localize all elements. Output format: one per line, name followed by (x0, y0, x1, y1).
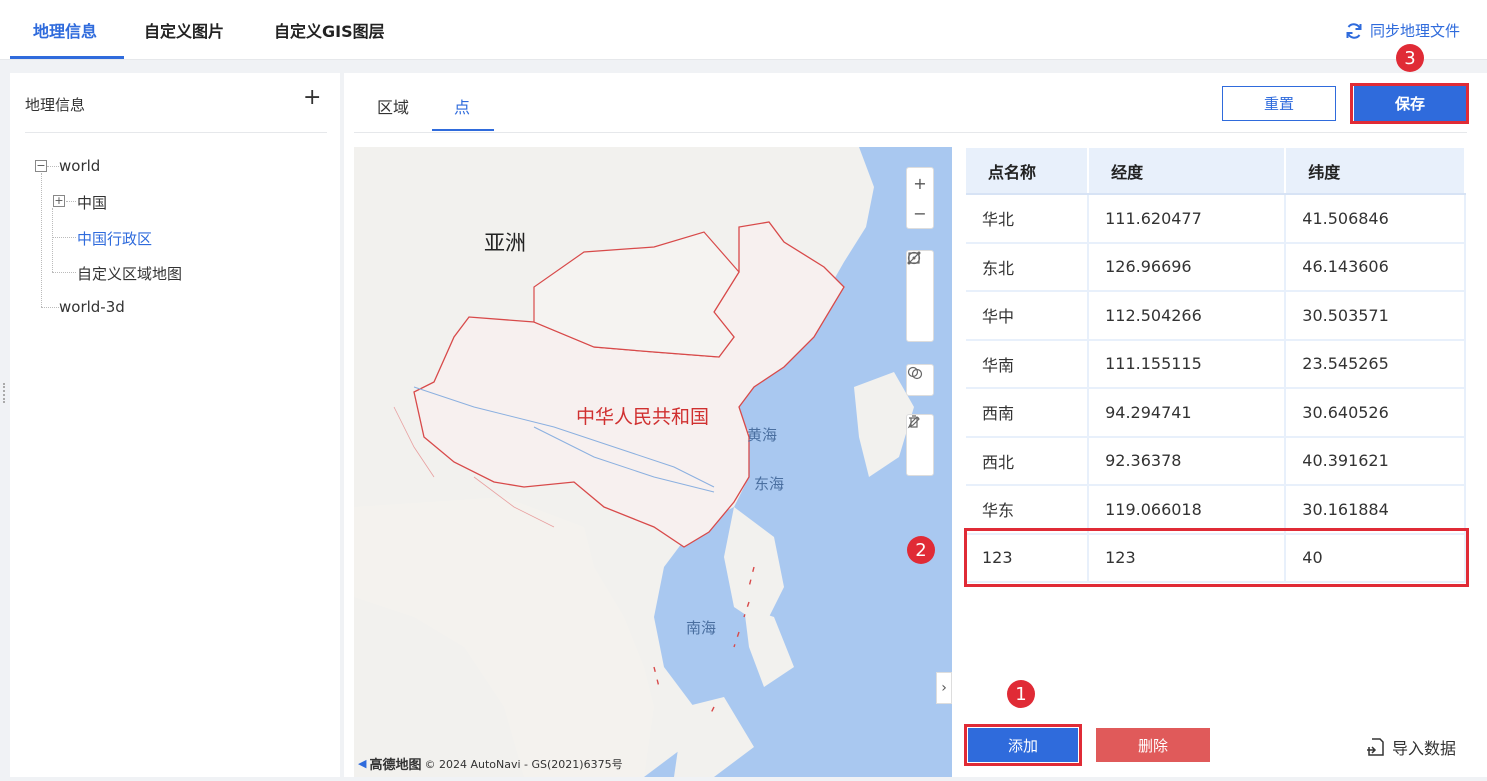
step-badge-2: 2 (907, 536, 935, 564)
divider (25, 132, 327, 133)
map-attribution: ◀ 高德地图 © 2024 AutoNavi - GS(2021)6375号 (358, 754, 623, 773)
points-table: 点名称 经度 纬度 华北 111.620477 41.506846 东北 126.96… (966, 148, 1466, 583)
tree-node-world[interactable]: world (59, 157, 100, 175)
tree-node-china-admin[interactable]: 中国行政区 (77, 228, 152, 249)
sync-geo-files-button[interactable]: 同步地理文件 (1344, 20, 1460, 41)
highlight-frame-new-row (964, 528, 1469, 587)
cell-name[interactable]: 西北 (966, 436, 1090, 486)
highlight-frame-add (964, 724, 1082, 766)
panel-title: 地理信息 (25, 96, 86, 114)
cell-lat[interactable]: 46.143606 (1285, 242, 1466, 292)
add-geo-button[interactable]: + (303, 87, 321, 109)
col-latitude: 纬度 (1285, 148, 1466, 195)
tree-node-custom-region[interactable]: 自定义区域地图 (77, 263, 182, 284)
expand-toggle-icon[interactable]: + (53, 195, 65, 207)
map-copyright: © 2024 AutoNavi - GS(2021)6375号 (424, 757, 623, 771)
cell-lng[interactable]: 111.620477 (1088, 194, 1287, 244)
cell-name[interactable]: 西南 (966, 388, 1090, 438)
active-tab-indicator (10, 56, 124, 59)
map-label-south-sea: 南海 (686, 619, 717, 637)
collapse-toggle-icon[interactable]: − (35, 160, 47, 172)
draw-point-icon[interactable] (907, 251, 933, 341)
tree-node-world-3d[interactable]: world-3d (59, 298, 125, 316)
cell-lng[interactable]: 111.155115 (1088, 339, 1287, 389)
delete-button[interactable]: 删除 (1096, 728, 1210, 762)
tab-point[interactable]: 点 (454, 94, 470, 118)
table-row[interactable]: 西北 92.36378 40.391621 (966, 436, 1466, 486)
table-row[interactable]: 东北 126.96696 46.143606 (966, 242, 1466, 292)
cell-lat[interactable]: 23.545265 (1285, 339, 1466, 389)
tree-guide (52, 237, 76, 238)
map-label-yellow-sea: 黄海 (747, 426, 778, 444)
zoom-controls: + − (906, 167, 934, 229)
zoom-out-icon[interactable]: − (907, 198, 933, 228)
chevron-right-icon[interactable]: › (936, 672, 952, 704)
cell-name[interactable]: 华南 (966, 339, 1090, 389)
edit-tools (906, 414, 934, 476)
cell-lng[interactable]: 94.294741 (1088, 388, 1287, 438)
cell-lng[interactable]: 119.066018 (1088, 485, 1287, 535)
highlight-frame-save (1350, 83, 1469, 124)
tree-guide (52, 208, 53, 272)
panel-resize-handle[interactable] (3, 383, 5, 403)
map-label-east-sea: 东海 (754, 475, 785, 493)
tree-guide (52, 272, 76, 273)
draw-tools (906, 250, 934, 342)
step-badge-1: 1 (1007, 680, 1035, 708)
tab-custom-gis-layer[interactable]: 自定义GIS图层 (274, 18, 385, 42)
tab-geo-info[interactable]: 地理信息 (33, 18, 97, 42)
cell-lat[interactable]: 40.391621 (1285, 436, 1466, 486)
divider (354, 132, 1467, 133)
geo-tree-panel: 地理信息 + − world + 中国 中国行政区 自定义区域地图 world-… (10, 73, 340, 777)
tab-custom-image[interactable]: 自定义图片 (144, 18, 224, 42)
tab-region[interactable]: 区域 (377, 94, 409, 118)
refresh-icon (1346, 22, 1362, 39)
draw-rect-icon[interactable] (907, 252, 933, 311)
col-longitude: 经度 (1088, 148, 1287, 195)
zoom-in-icon[interactable]: + (907, 168, 933, 198)
cell-name[interactable]: 华中 (966, 291, 1090, 341)
trash-icon[interactable] (907, 415, 933, 475)
map-view[interactable]: 亚洲 中华人民共和国 黄海 东海 南海 + − › ◀ 高德地图 © 2024 … (354, 147, 952, 777)
table-row[interactable]: 华东 119.066018 30.161884 (966, 485, 1466, 535)
cell-name[interactable]: 华东 (966, 485, 1090, 535)
tree-guide (41, 307, 59, 308)
tree-guide (41, 173, 42, 307)
import-data-button[interactable]: 导入数据 (1366, 735, 1456, 759)
table-row[interactable]: 华北 111.620477 41.506846 (966, 194, 1466, 244)
step-badge-3: 3 (1396, 44, 1424, 72)
cell-lat[interactable]: 30.640526 (1285, 388, 1466, 438)
main-panel: 区域 点 重置 保存 3 亚洲 中华人民共和国 黄海 东海 南海 + − › ◀… (344, 44, 1487, 777)
tree-guide (47, 166, 59, 167)
tree-guide (66, 201, 76, 202)
sync-label: 同步地理文件 (1369, 22, 1460, 40)
table-header-row: 点名称 经度 纬度 (966, 148, 1466, 195)
cell-lat[interactable]: 30.161884 (1285, 485, 1466, 535)
map-label-asia: 亚洲 (484, 231, 526, 255)
top-tab-bar: 地理信息 自定义图片 自定义GIS图层 同步地理文件 (0, 0, 1487, 60)
map-label-china: 中华人民共和国 (576, 406, 710, 428)
import-label: 导入数据 (1392, 739, 1457, 758)
overlap-tool (906, 364, 934, 396)
map-brand: 高德地图 (369, 758, 422, 773)
import-icon (1367, 738, 1384, 756)
cell-lng[interactable]: 92.36378 (1088, 436, 1287, 486)
cell-lng[interactable]: 126.96696 (1088, 242, 1287, 292)
table-row[interactable]: 华南 111.155115 23.545265 (966, 339, 1466, 389)
cell-lat[interactable]: 41.506846 (1285, 194, 1466, 244)
amap-logo-icon: ◀ (358, 757, 367, 770)
table-row[interactable]: 华中 112.504266 30.503571 (966, 291, 1466, 341)
overlap-icon[interactable] (907, 365, 933, 395)
reset-button[interactable]: 重置 (1222, 86, 1336, 121)
col-point-name: 点名称 (966, 148, 1090, 195)
active-subtab-indicator (432, 129, 494, 131)
cell-lat[interactable]: 30.503571 (1285, 291, 1466, 341)
cell-lng[interactable]: 112.504266 (1088, 291, 1287, 341)
map-canvas (354, 147, 914, 777)
tree-node-china[interactable]: 中国 (77, 192, 107, 213)
cell-name[interactable]: 东北 (966, 242, 1090, 292)
table-row[interactable]: 西南 94.294741 30.640526 (966, 388, 1466, 438)
cell-name[interactable]: 华北 (966, 194, 1090, 244)
